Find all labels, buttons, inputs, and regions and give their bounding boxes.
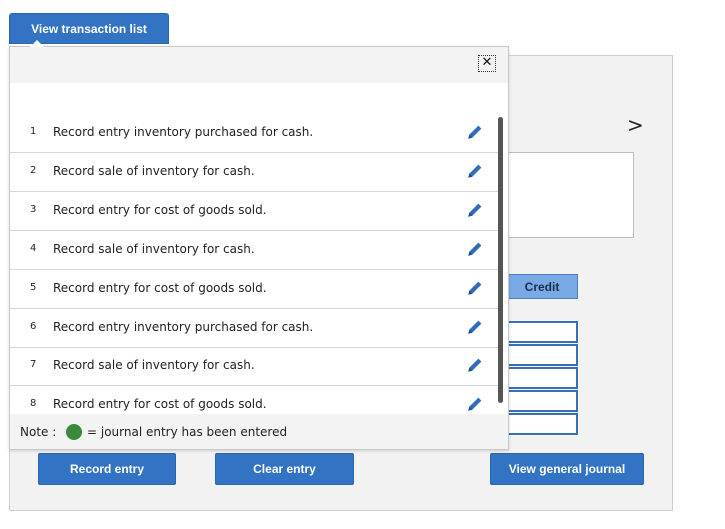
list-item[interactable]: 6 Record entry inventory purchased for ca… xyxy=(10,309,498,348)
transaction-description: Record entry inventory purchased for cas… xyxy=(53,125,314,139)
transaction-description: Record sale of inventory for cash. xyxy=(53,241,255,256)
clear-entry-button[interactable]: Clear entry xyxy=(215,453,354,485)
credit-input[interactable] xyxy=(506,413,578,435)
pencil-icon[interactable] xyxy=(466,356,484,374)
note-bar: Note : = journal entry has been entered xyxy=(10,414,508,449)
transaction-number: 1 xyxy=(30,126,37,137)
transaction-number: 3 xyxy=(30,203,37,215)
transaction-description: Record entry inventory purchased for cas… xyxy=(53,319,314,334)
credit-input[interactable] xyxy=(506,390,578,412)
pencil-icon[interactable] xyxy=(466,240,484,258)
list-item[interactable]: 3 Record entry for cost of goods sold. xyxy=(10,192,498,231)
popup-caret xyxy=(30,40,44,47)
pencil-icon[interactable] xyxy=(466,279,484,297)
transaction-description: Record entry for cost of goods sold. xyxy=(53,280,267,295)
transaction-description: Record entry for cost of goods sold. xyxy=(53,397,267,412)
transaction-number: 5 xyxy=(30,281,37,293)
transaction-description: Record sale of inventory for cash. xyxy=(53,163,255,178)
list-item[interactable]: 2 Record sale of inventory for cash. xyxy=(10,153,498,192)
transaction-number: 7 xyxy=(30,359,37,371)
credit-input[interactable] xyxy=(506,321,578,343)
transaction-description: Record sale of inventory for cash. xyxy=(53,358,255,373)
list-item[interactable]: 5 Record entry for cost of goods sold. xyxy=(10,270,498,309)
credit-input[interactable] xyxy=(506,367,578,389)
view-general-journal-button[interactable]: View general journal xyxy=(490,453,644,485)
pencil-icon[interactable] xyxy=(466,201,484,219)
record-entry-button[interactable]: Record entry xyxy=(38,453,176,485)
transaction-number: 2 xyxy=(30,164,37,176)
popup-header: ✕ xyxy=(10,47,508,83)
transaction-number: 4 xyxy=(30,242,37,254)
pencil-icon[interactable] xyxy=(466,123,484,141)
transaction-number: 8 xyxy=(30,398,37,410)
list-item[interactable]: 4 Record sale of inventory for cash. xyxy=(10,231,498,270)
pencil-icon[interactable] xyxy=(466,318,484,336)
list-item[interactable]: 7 Record sale of inventory for cash. xyxy=(10,347,498,387)
chevron-right-icon[interactable]: > xyxy=(627,113,644,137)
transaction-description: Record entry for cost of goods sold. xyxy=(53,202,267,217)
transaction-list-popup: ✕ 1 Record entry inventory purchased for … xyxy=(9,46,509,450)
pencil-icon[interactable] xyxy=(466,162,484,180)
pencil-icon[interactable] xyxy=(466,395,484,413)
close-icon[interactable]: ✕ xyxy=(478,55,496,72)
transaction-description-box xyxy=(506,152,634,238)
list-scrollbar[interactable] xyxy=(498,117,503,403)
note-label: Note : xyxy=(20,425,57,439)
list-item[interactable]: 1 Record entry inventory purchased for ca… xyxy=(10,114,498,153)
entered-status-dot-icon xyxy=(66,424,82,440)
credit-input[interactable] xyxy=(506,344,578,366)
note-text: = journal entry has been entered xyxy=(87,425,288,439)
transaction-number: 6 xyxy=(30,320,37,332)
credit-column-header: Credit xyxy=(506,274,578,299)
